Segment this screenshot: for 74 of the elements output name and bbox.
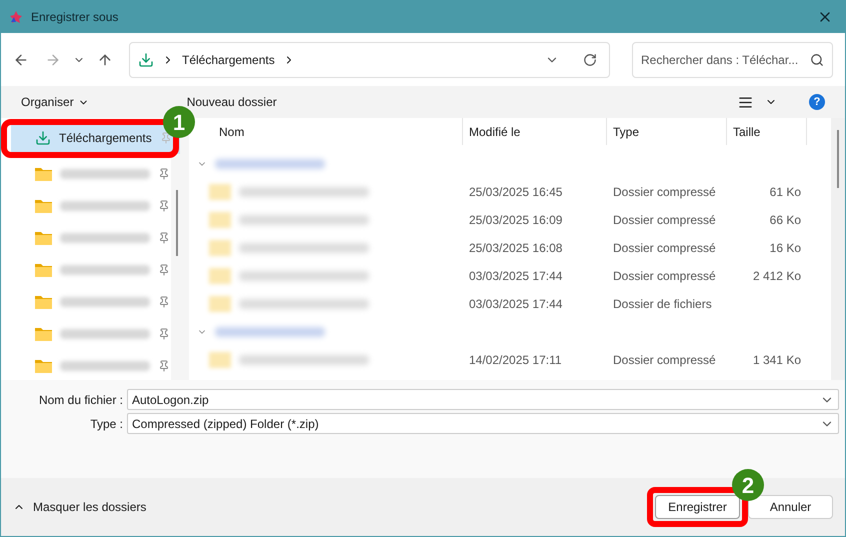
modified-cell-text: 25/03/2025 16:08 [468, 240, 564, 257]
view-icon[interactable] [738, 94, 753, 110]
column-header[interactable]: Type [607, 118, 727, 145]
back-icon[interactable] [13, 52, 29, 68]
size-cell-text: 66 Ko [768, 212, 802, 229]
folder-icon [35, 295, 52, 309]
type-cell-text: Dossier compressé [612, 268, 717, 285]
blurred-file-icon [209, 212, 231, 228]
column-header[interactable]: Nom [193, 118, 463, 145]
folder-icon [35, 359, 52, 373]
column-header[interactable]: Modifié le [463, 118, 607, 145]
filename-field[interactable]: AutoLogon.zip [127, 389, 839, 410]
folder-icon [35, 231, 52, 245]
blurred-file-icon [209, 240, 231, 256]
cancel-button[interactable]: Annuler [748, 495, 833, 519]
file-row[interactable]: 25/03/2025 16:08 Dossier compressé 16 Ko [193, 234, 807, 262]
field-label: Nom du fichier : [38, 392, 123, 408]
size-cell-text: 1 341 Ko [752, 352, 802, 369]
folder-icon [35, 327, 52, 341]
type-cell-text: Dossier compressé [612, 212, 717, 229]
size-cell-text: 61 Ko [768, 184, 802, 201]
modified-cell-text: 03/03/2025 17:44 [468, 268, 564, 285]
pin-icon [158, 168, 170, 180]
column-header[interactable]: Taille [727, 118, 807, 145]
address-path[interactable]: Téléchargements [182, 50, 275, 68]
pin-icon [158, 296, 170, 308]
address-bar[interactable]: Téléchargements [129, 42, 610, 78]
size-cell-text: 16 Ko [768, 240, 802, 257]
refresh-icon[interactable] [583, 52, 597, 66]
type-cell-text: Dossier compressé [612, 352, 717, 369]
field-label: Type : [89, 416, 123, 432]
blurred-file-icon [209, 184, 231, 200]
folder-icon [35, 263, 52, 277]
blurred-file-icon [209, 352, 231, 368]
window-title: Enregistrer sous [31, 9, 120, 26]
file-row[interactable]: 14/02/2025 17:11 Dossier compressé 1 341 Ko [193, 346, 807, 374]
pin-icon [158, 232, 170, 244]
pin-icon [160, 132, 172, 144]
search-icon [810, 52, 824, 66]
sidebar-label: Téléchargements [59, 130, 152, 147]
download-icon [35, 130, 51, 146]
scrollbar-thumb [176, 190, 178, 256]
search-field[interactable]: Rechercher dans : Téléchar... [632, 42, 833, 78]
download-icon [138, 52, 154, 68]
file-row[interactable]: 03/03/2025 17:44 Dossier compressé 2 412 Ko [193, 262, 807, 290]
help-icon[interactable]: ? [809, 94, 825, 110]
forward-icon[interactable] [45, 52, 61, 68]
modified-cell-text: 25/03/2025 16:45 [468, 184, 564, 201]
folder-icon [35, 199, 52, 213]
pin-icon [158, 264, 170, 276]
pin-icon [158, 200, 170, 212]
type-dropdown[interactable]: Compressed (zipped) Folder (*.zip) [127, 413, 839, 434]
scrollbar-thumb [837, 130, 839, 188]
file-row[interactable]: 03/03/2025 17:44 Dossier de fichiers [193, 290, 807, 318]
size-cell-text: 2 412 Ko [752, 268, 802, 285]
pin-icon [158, 360, 170, 372]
folder-icon [35, 167, 52, 181]
modified-cell-text: 14/02/2025 17:11 [468, 352, 563, 369]
search-input[interactable]: Rechercher dans : Téléchar... [641, 50, 802, 68]
pin-icon [158, 328, 170, 340]
save-button[interactable]: Enregistrer [655, 495, 740, 519]
modified-cell-text: 25/03/2025 16:09 [468, 212, 564, 229]
file-row[interactable]: 25/03/2025 16:09 Dossier compressé 66 Ko [193, 206, 807, 234]
hide-folders-button[interactable]: Masquer les dossiers [13, 498, 146, 516]
app-icon [9, 10, 23, 24]
type-cell-text: Dossier compressé [612, 184, 717, 201]
file-row[interactable]: 25/03/2025 16:45 Dossier compressé 61 Ko [193, 178, 807, 206]
modified-cell-text: 03/03/2025 17:44 [468, 296, 564, 313]
type-cell-text: Dossier de fichiers [612, 296, 713, 313]
organize-button[interactable]: Organiser [21, 93, 89, 111]
blurred-file-icon [209, 268, 231, 284]
type-cell-text: Dossier compressé [612, 240, 717, 257]
up-icon[interactable] [97, 52, 113, 68]
blurred-file-icon [209, 296, 231, 312]
